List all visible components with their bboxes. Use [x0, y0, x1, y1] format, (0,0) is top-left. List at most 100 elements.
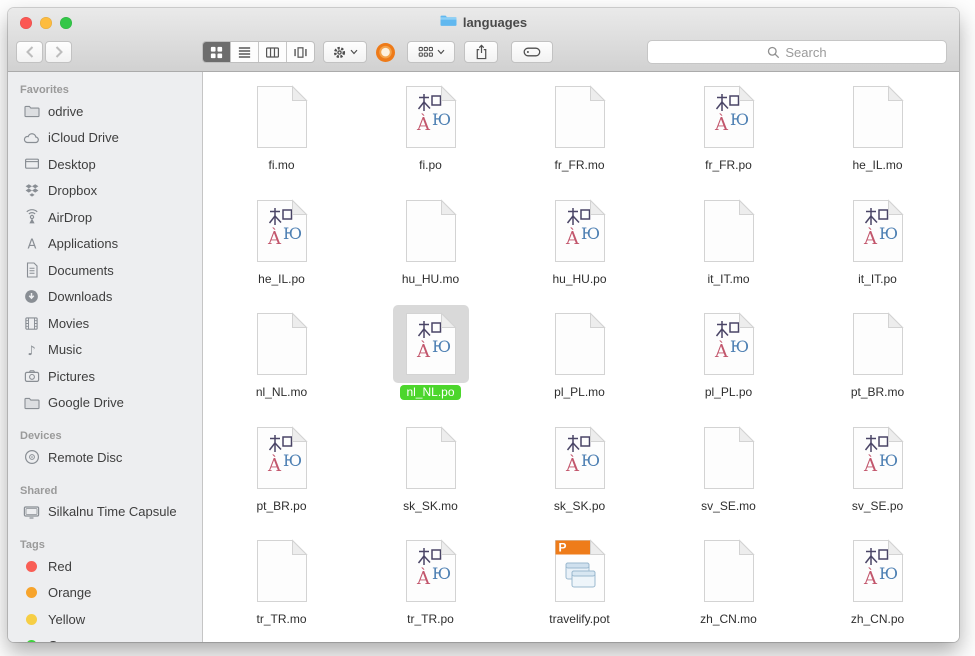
svg-text:À: À [565, 453, 580, 476]
svg-text:Ю: Ю [432, 110, 451, 129]
sidebar-item-odrive[interactable]: odrive [8, 98, 202, 125]
file-item-nl-nl-po[interactable]: ÀЮnl_NL.po [356, 301, 505, 415]
forward-button[interactable] [45, 41, 72, 63]
sidebar-header-devices: Devices [8, 428, 202, 444]
file-item-zh-cn-po[interactable]: ÀЮzh_CN.po [803, 528, 952, 642]
file-item-nl-nl-mo[interactable]: nl_NL.mo [207, 301, 356, 415]
list-view-button[interactable] [231, 42, 259, 62]
sidebar-item-orange[interactable]: Orange [8, 580, 202, 607]
svg-text:♪: ♪ [27, 344, 35, 358]
odrive-icon [376, 43, 395, 62]
gear-icon [332, 45, 347, 60]
sidebar-item-label: Movies [48, 316, 89, 331]
file-label: pt_BR.mo [845, 385, 910, 400]
odrive-extension-button[interactable] [374, 41, 396, 63]
window-title: languages [463, 15, 527, 30]
file-item-he-il-po[interactable]: ÀЮhe_IL.po [207, 188, 356, 302]
disc-icon [23, 449, 40, 466]
poedit-template-file-icon: P [542, 532, 618, 610]
sidebar-item-documents[interactable]: Documents [8, 257, 202, 284]
sidebar-item-label: Orange [48, 585, 91, 600]
sidebar-item-label: Green [48, 638, 84, 642]
compiled-file-icon [244, 78, 320, 156]
sidebar-item-red[interactable]: Red [8, 553, 202, 580]
file-item-it-it-po[interactable]: ÀЮit_IT.po [803, 188, 952, 302]
svg-text:Ю: Ю [283, 224, 302, 243]
file-item-it-it-mo[interactable]: it_IT.mo [654, 188, 803, 302]
file-item-fi-mo[interactable]: fi.mo [207, 74, 356, 188]
search-icon [767, 46, 780, 59]
sidebar-item-music[interactable]: ♪Music [8, 337, 202, 364]
sidebar-item-label: Google Drive [48, 395, 124, 410]
coverflow-view-button[interactable] [287, 42, 314, 62]
file-label: sk_SK.mo [397, 499, 464, 514]
file-item-travelify-pot[interactable]: Ptravelify.pot [505, 528, 654, 642]
sidebar-item-desktop[interactable]: Desktop [8, 151, 202, 178]
file-item-sv-se-mo[interactable]: sv_SE.mo [654, 415, 803, 529]
sidebar-item-icloud-drive[interactable]: iCloud Drive [8, 125, 202, 152]
file-label: tr_TR.po [401, 612, 460, 627]
sidebar-header-shared: Shared [8, 483, 202, 499]
sidebar-item-pictures[interactable]: Pictures [8, 363, 202, 390]
sidebar-item-google-drive[interactable]: Google Drive [8, 390, 202, 417]
file-item-hu-hu-po[interactable]: ÀЮhu_HU.po [505, 188, 654, 302]
search-input[interactable]: Search [647, 40, 947, 64]
compiled-file-icon [244, 305, 320, 383]
action-menu-button[interactable] [323, 41, 367, 63]
file-item-sk-sk-po[interactable]: ÀЮsk_SK.po [505, 415, 654, 529]
svg-text:À: À [565, 226, 580, 249]
file-item-zh-cn-mo[interactable]: zh_CN.mo [654, 528, 803, 642]
grid-view-icon [209, 45, 224, 60]
sidebar-item-green[interactable]: Green [8, 633, 202, 643]
share-button[interactable] [464, 41, 498, 63]
file-item-fr-fr-po[interactable]: ÀЮfr_FR.po [654, 74, 803, 188]
file-item-sk-sk-mo[interactable]: sk_SK.mo [356, 415, 505, 529]
file-item-fr-fr-mo[interactable]: fr_FR.mo [505, 74, 654, 188]
folder-icon [23, 103, 40, 120]
file-label: he_IL.po [252, 272, 311, 287]
sidebar: FavoritesodriveiCloud DriveDesktopDropbo… [8, 72, 203, 642]
file-item-pl-pl-mo[interactable]: pl_PL.mo [505, 301, 654, 415]
compiled-file-icon [691, 532, 767, 610]
file-item-pt-br-mo[interactable]: pt_BR.mo [803, 301, 952, 415]
file-label: it_IT.mo [701, 272, 755, 287]
compiled-file-icon [542, 305, 618, 383]
sidebar-item-movies[interactable]: Movies [8, 310, 202, 337]
sidebar-item-dropbox[interactable]: Dropbox [8, 178, 202, 205]
file-item-he-il-mo[interactable]: he_IL.mo [803, 74, 952, 188]
arrange-button[interactable] [407, 41, 455, 63]
finder-window: languages [8, 8, 959, 642]
file-label: sk_SK.po [548, 499, 611, 514]
file-label: zh_CN.po [845, 612, 910, 627]
svg-text:Ю: Ю [730, 110, 749, 129]
file-area[interactable]: fi.moÀЮfi.pofr_FR.moÀЮfr_FR.pohe_IL.moÀЮ… [203, 72, 959, 642]
sidebar-item-remote-disc[interactable]: Remote Disc [8, 444, 202, 471]
back-button[interactable] [16, 41, 43, 63]
sidebar-item-silkalnu-time-capsule[interactable]: Silkalnu Time Capsule [8, 499, 202, 526]
compiled-file-icon [393, 192, 469, 270]
file-label: fr_FR.mo [548, 158, 610, 173]
tag-button[interactable] [511, 41, 553, 63]
icon-view-button[interactable] [203, 42, 231, 62]
compiled-file-icon [542, 78, 618, 156]
file-item-pl-pl-po[interactable]: ÀЮpl_PL.po [654, 301, 803, 415]
file-item-tr-tr-po[interactable]: ÀЮtr_TR.po [356, 528, 505, 642]
sidebar-item-yellow[interactable]: Yellow [8, 606, 202, 633]
chevron-left-icon [24, 45, 36, 59]
sidebar-item-airdrop[interactable]: AirDrop [8, 204, 202, 231]
file-label: pl_PL.po [699, 385, 758, 400]
file-item-pt-br-po[interactable]: ÀЮpt_BR.po [207, 415, 356, 529]
file-item-sv-se-po[interactable]: ÀЮsv_SE.po [803, 415, 952, 529]
sidebar-item-downloads[interactable]: Downloads [8, 284, 202, 311]
translation-file-icon: ÀЮ [244, 419, 320, 497]
file-label: it_IT.po [852, 272, 903, 287]
translation-file-icon: ÀЮ [691, 78, 767, 156]
sidebar-item-label: Silkalnu Time Capsule [48, 504, 177, 519]
translation-file-icon: ÀЮ [393, 305, 469, 383]
file-item-fi-po[interactable]: ÀЮfi.po [356, 74, 505, 188]
column-view-button[interactable] [259, 42, 287, 62]
svg-text:Ю: Ю [432, 564, 451, 583]
file-item-tr-tr-mo[interactable]: tr_TR.mo [207, 528, 356, 642]
file-item-hu-hu-mo[interactable]: hu_HU.mo [356, 188, 505, 302]
sidebar-item-applications[interactable]: AApplications [8, 231, 202, 258]
